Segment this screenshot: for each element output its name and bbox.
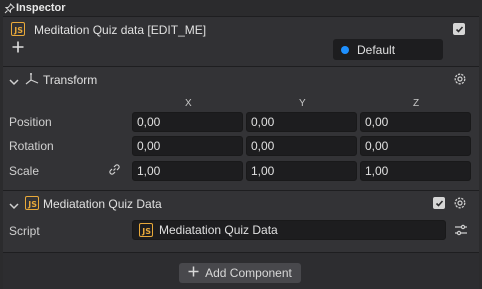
script-field[interactable]: JS Mediatation Quiz Data (132, 220, 446, 240)
rotation-y-field[interactable]: 0,00 (246, 136, 357, 156)
object-name[interactable]: Meditation Quiz data [EDIT_ME] (34, 23, 206, 37)
gear-icon[interactable] (453, 72, 467, 89)
scale-label: Scale (9, 164, 40, 178)
transform-title: Transform (43, 73, 98, 87)
rotation-x-field[interactable]: 0,00 (132, 136, 243, 156)
position-z-field[interactable]: 0,00 (360, 112, 471, 132)
chevron-down-icon[interactable] (9, 75, 19, 89)
axis-label-x: X (185, 98, 192, 109)
scale-y-field[interactable]: 1,00 (246, 161, 357, 181)
js-icon: JS (139, 223, 153, 237)
sliders-icon[interactable] (454, 224, 468, 239)
gear-icon[interactable] (453, 196, 467, 213)
object-enabled-checkbox[interactable] (453, 23, 465, 35)
inspector-title: Inspector (16, 2, 66, 14)
position-label: Position (9, 115, 52, 129)
add-component-button[interactable]: Add Component (179, 263, 301, 283)
layer-name: Default (357, 42, 396, 57)
plus-icon (188, 266, 199, 280)
object-header-section: JS Meditation Quiz data [EDIT_ME] Defaul… (3, 16, 479, 66)
rotation-z-field[interactable]: 0,00 (360, 136, 471, 156)
rotation-label: Rotation (9, 139, 54, 153)
transform-component: Transform X Y Z Position 0,00 0,00 0,00 … (3, 66, 479, 190)
scale-x-field[interactable]: 1,00 (132, 161, 243, 181)
scale-z-field[interactable]: 1,00 (360, 161, 471, 181)
js-icon: JS (11, 22, 25, 36)
script-component: JS Mediatation Quiz Data Script JS Media… (3, 190, 479, 252)
script-field-value: Mediatation Quiz Data (159, 223, 278, 237)
layer-select[interactable]: Default (333, 39, 443, 60)
plus-icon[interactable] (12, 41, 24, 56)
link-icon[interactable] (108, 163, 121, 179)
axis-label-y: Y (299, 98, 306, 109)
add-component-label: Add Component (205, 266, 292, 280)
transform-axes-icon (25, 72, 39, 89)
script-component-enabled-checkbox[interactable] (433, 197, 445, 209)
js-icon: JS (25, 196, 39, 210)
inspector-header: Inspector (0, 0, 482, 16)
script-component-title: Mediatation Quiz Data (43, 197, 162, 211)
script-label: Script (9, 224, 40, 238)
layer-color-dot (341, 45, 349, 54)
footer: Add Component (3, 252, 479, 289)
position-x-field[interactable]: 0,00 (132, 112, 243, 132)
pin-icon[interactable] (3, 2, 15, 14)
chevron-down-icon[interactable] (9, 199, 19, 213)
axis-label-z: Z (413, 98, 420, 109)
position-y-field[interactable]: 0,00 (246, 112, 357, 132)
